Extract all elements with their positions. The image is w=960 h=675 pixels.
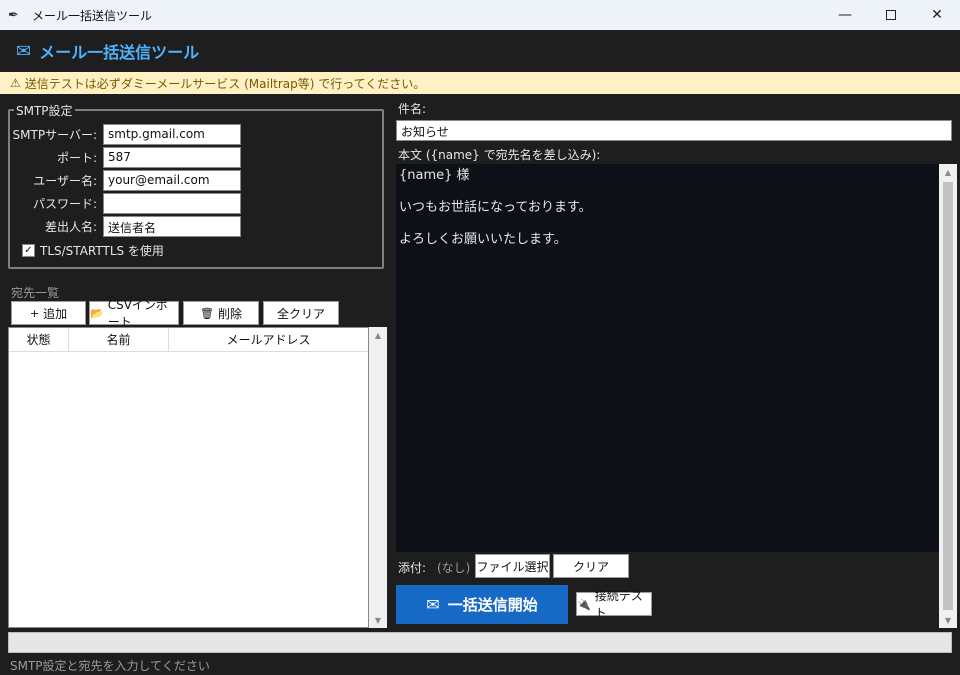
- sender-name-input[interactable]: 送信者名: [103, 216, 241, 237]
- body-scroll-down-icon[interactable]: ▼: [939, 612, 957, 628]
- connection-test-button[interactable]: 🔌 接続テスト: [576, 589, 652, 620]
- body-scroll-thumb[interactable]: [943, 182, 953, 610]
- status-text: SMTP設定と宛先を入力してください: [10, 659, 210, 673]
- close-button[interactable]: ✕: [914, 0, 960, 30]
- attachment-label: 添付:: [398, 561, 427, 575]
- username-row: ユーザー名: your@email.com: [10, 170, 241, 191]
- smtp-settings-group: SMTP設定 SMTPサーバー: smtp.gmail.com ポート: 587…: [8, 102, 384, 269]
- scroll-up-icon[interactable]: ▲: [369, 327, 387, 343]
- tls-checkbox-row[interactable]: ✓ TLS/STARTTLS を使用: [22, 242, 164, 259]
- scroll-down-icon[interactable]: ▼: [369, 612, 387, 628]
- subject-label: 件名:: [398, 102, 427, 116]
- window-title: メール一括送信ツール: [32, 8, 153, 23]
- feather-icon: ✒: [8, 7, 19, 23]
- column-status[interactable]: 状態: [9, 328, 69, 351]
- tls-label: TLS/STARTTLS を使用: [40, 244, 164, 258]
- maximize-button[interactable]: [868, 0, 914, 30]
- window-titlebar: ✒ メール一括送信ツール — ✕: [0, 0, 960, 30]
- body-scrollbar[interactable]: ▲ ▼: [939, 164, 957, 628]
- subject-input[interactable]: お知らせ: [396, 120, 952, 141]
- port-input[interactable]: 587: [103, 147, 241, 168]
- username-label: ユーザー名:: [33, 174, 97, 188]
- column-email[interactable]: メールアドレス: [169, 328, 368, 351]
- smtp-server-row: SMTPサーバー: smtp.gmail.com: [10, 124, 241, 145]
- column-name[interactable]: 名前: [69, 328, 169, 351]
- delete-recipient-button[interactable]: 🗑 削除: [183, 301, 259, 325]
- close-icon: ✕: [931, 7, 943, 23]
- attachment-clear-label: クリア: [572, 559, 609, 574]
- plus-icon: +: [29, 306, 40, 320]
- smtp-server-label: SMTPサーバー:: [12, 128, 97, 142]
- password-label: パスワード:: [32, 197, 97, 211]
- warning-banner: ⚠ 送信テストは必ずダミーメールサービス (Mailtrap等) で行ってくださ…: [0, 72, 960, 94]
- smtp-server-input[interactable]: smtp.gmail.com: [103, 124, 241, 145]
- connection-test-label: 接続テスト: [594, 589, 643, 620]
- minimize-icon: —: [838, 7, 852, 23]
- maximize-icon: [886, 10, 896, 20]
- recipients-label: 宛先一覧: [11, 286, 60, 300]
- progress-bar: [8, 632, 952, 653]
- recipients-table[interactable]: 状態 名前 メールアドレス: [8, 327, 369, 628]
- body-scroll-up-icon[interactable]: ▲: [939, 164, 957, 180]
- body-textarea[interactable]: {name} 様 いつもお世話になっております。 よろしくお願いいたします。: [396, 164, 939, 552]
- minimize-button[interactable]: —: [822, 0, 868, 30]
- password-input[interactable]: [103, 193, 241, 214]
- table-header: 状態 名前 メールアドレス: [9, 328, 368, 352]
- warning-icon: ⚠: [10, 76, 21, 90]
- bulk-send-button[interactable]: ✉ 一括送信開始: [396, 585, 568, 624]
- clear-all-label: 全クリア: [276, 306, 325, 321]
- plug-icon: 🔌: [577, 597, 591, 611]
- attachment-value: (なし): [437, 561, 471, 575]
- body-label: 本文 ({name} で宛先名を差し込み):: [398, 148, 601, 162]
- trash-icon: 🗑: [200, 306, 214, 320]
- port-label: ポート:: [56, 151, 97, 165]
- file-select-button[interactable]: ファイル選択: [475, 554, 550, 578]
- sender-name-row: 差出人名: 送信者名: [10, 216, 241, 237]
- sender-name-label: 差出人名:: [44, 220, 97, 234]
- folder-icon: 📂: [90, 306, 104, 320]
- send-envelope-icon: ✉: [426, 595, 440, 614]
- username-input[interactable]: your@email.com: [103, 170, 241, 191]
- delete-recipient-label: 削除: [217, 306, 242, 321]
- tls-checkbox[interactable]: ✓: [22, 244, 35, 257]
- app-header: ✉ メール一括送信ツール: [0, 30, 960, 72]
- clear-all-button[interactable]: 全クリア: [263, 301, 339, 325]
- port-row: ポート: 587: [10, 147, 241, 168]
- csv-import-button[interactable]: 📂 CSVインポート: [89, 298, 179, 329]
- attachment-clear-button[interactable]: クリア: [553, 554, 629, 578]
- password-row: パスワード:: [10, 193, 241, 214]
- app-title: メール一括送信ツール: [39, 43, 200, 62]
- envelope-icon: ✉: [16, 40, 32, 62]
- file-select-label: ファイル選択: [476, 559, 549, 574]
- add-recipient-label: 追加: [43, 306, 68, 321]
- add-recipient-button[interactable]: + 追加: [11, 301, 86, 325]
- csv-import-label: CSVインポート: [107, 298, 168, 329]
- bulk-send-label: 一括送信開始: [447, 596, 538, 614]
- recipients-scrollbar[interactable]: ▲ ▼: [369, 327, 387, 628]
- smtp-settings-legend: SMTP設定: [14, 102, 75, 119]
- warning-text: 送信テストは必ずダミーメールサービス (Mailtrap等) で行ってください。: [24, 76, 426, 91]
